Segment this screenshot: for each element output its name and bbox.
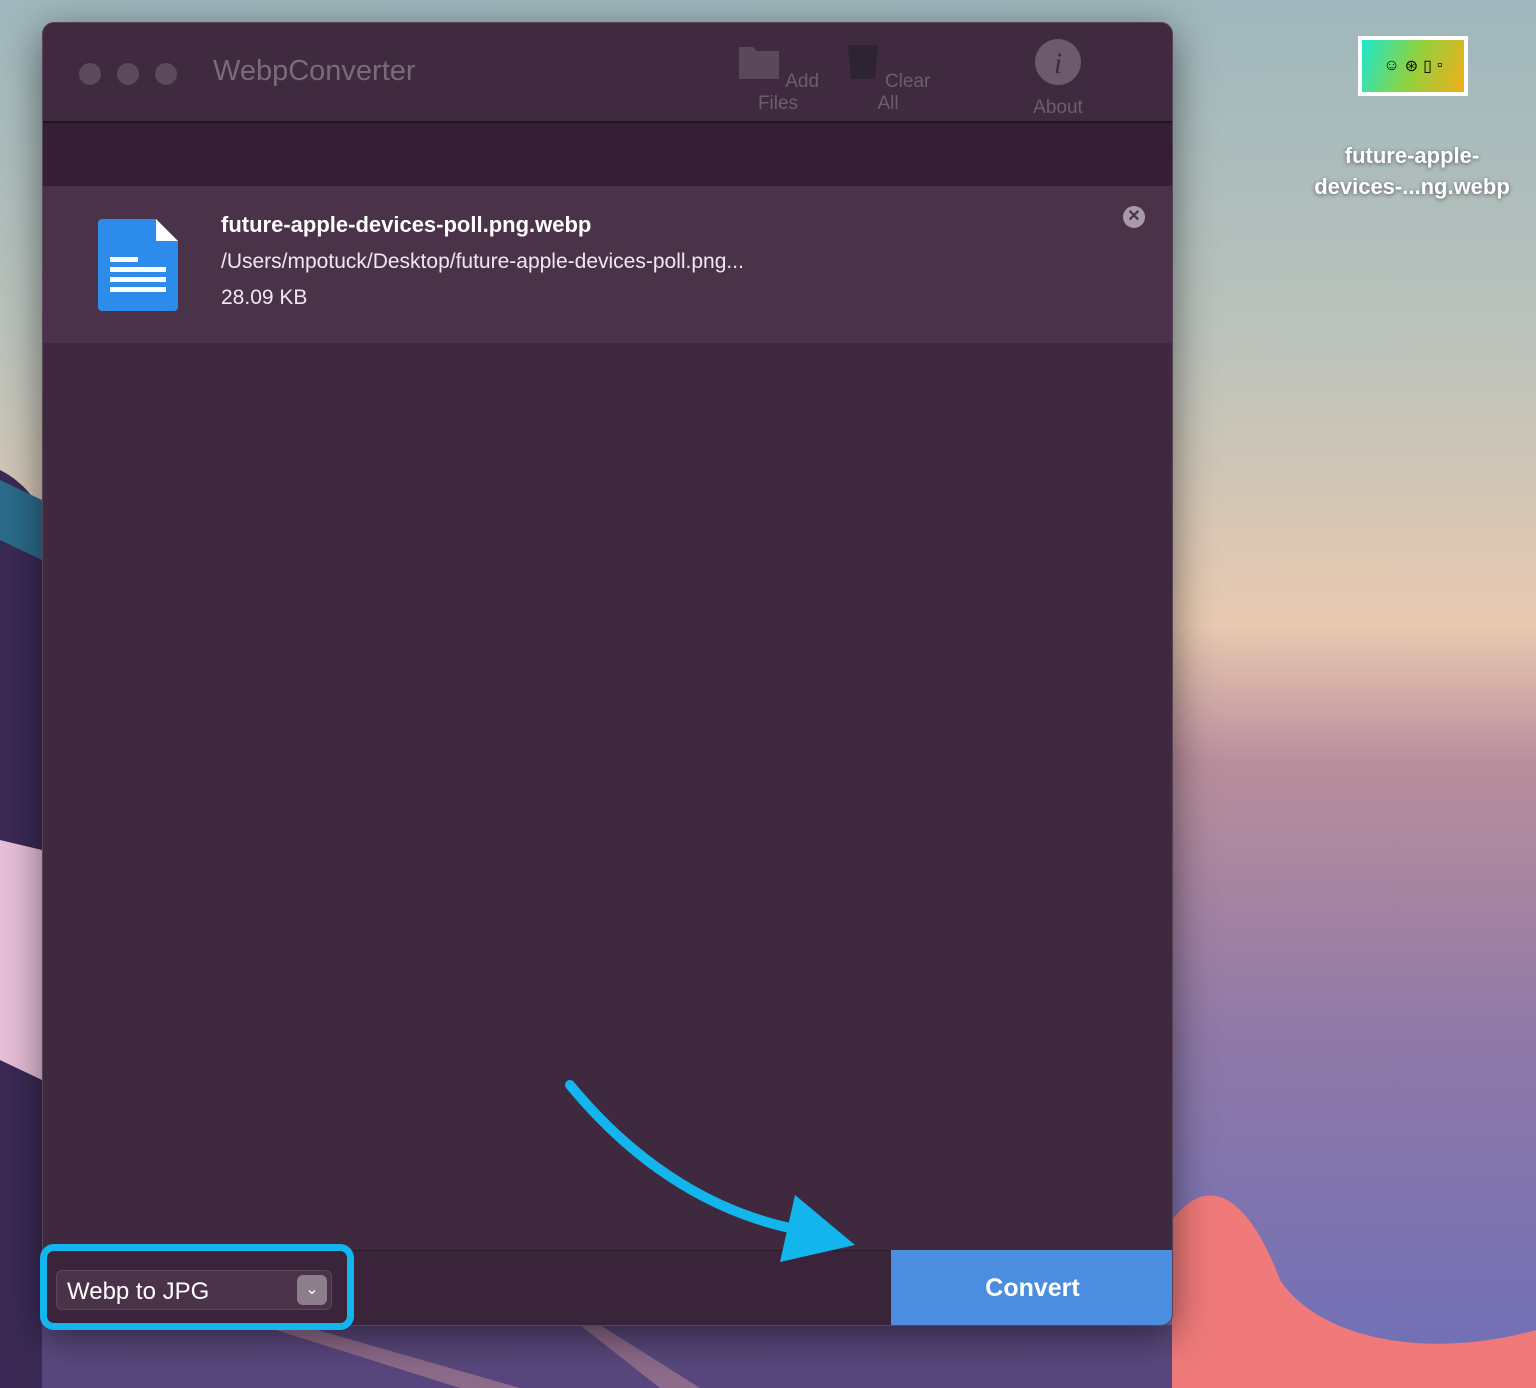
desktop-file-label[interactable]: future-apple-devices-...ng.webp <box>1290 140 1534 202</box>
steering-wheel-icon: ⊛ <box>1404 58 1419 75</box>
chevron-down-icon: ⌄ <box>297 1275 327 1305</box>
format-select[interactable]: Webp to JPG ⌄ <box>56 1270 332 1310</box>
finder-icon: ☺ <box>1383 57 1400 74</box>
desktop-file-label-line1: future-apple- <box>1344 143 1480 168</box>
annotation-arrow <box>565 1080 855 1262</box>
format-select-value: Webp to JPG <box>67 1278 210 1305</box>
tablet-icon: ▫ <box>1436 57 1443 74</box>
phone-icon: ▯ <box>1423 58 1432 75</box>
desktop-file-label-line2: devices-...ng.webp <box>1314 174 1510 199</box>
desktop-file-thumbnail[interactable]: ☺ ⊛ ▯ ▫ <box>1358 36 1468 96</box>
